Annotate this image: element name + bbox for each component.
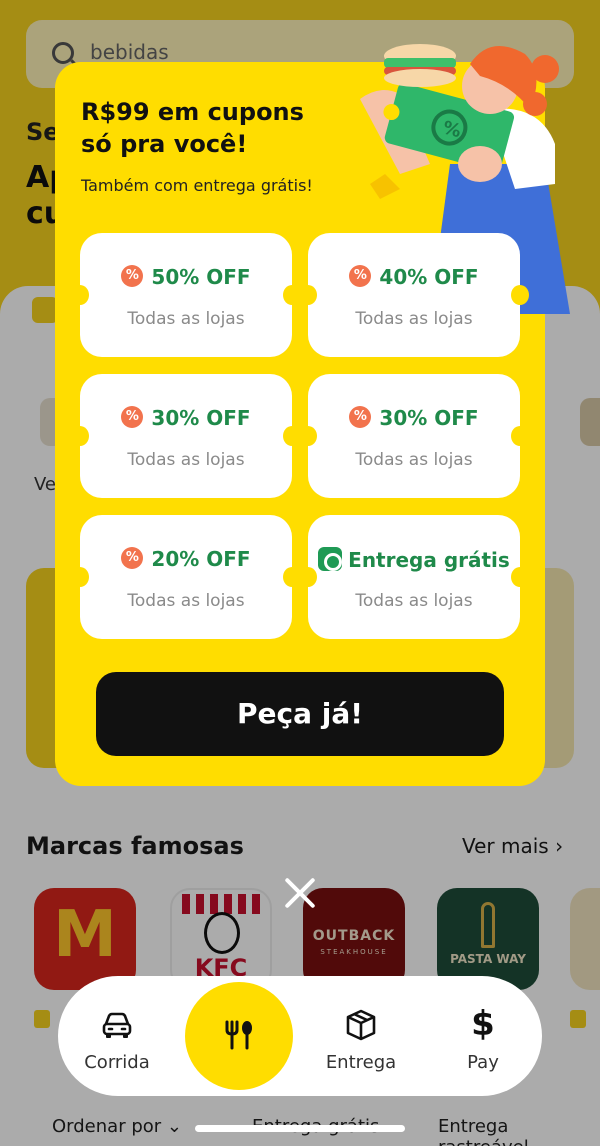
modal-subtitle: Também com entrega grátis! [81, 176, 313, 195]
nav-item-corrida[interactable]: Corrida [62, 976, 172, 1096]
nav-item-entrega[interactable]: Entrega [306, 976, 416, 1096]
fork-spoon-icon [225, 1020, 252, 1050]
nav-label: Pay [467, 1052, 499, 1073]
percent-badge-icon [121, 265, 144, 287]
close-icon[interactable] [281, 873, 319, 911]
coupon-card[interactable]: Entrega grátis Todas as lojas [299, 515, 529, 639]
percent-badge-icon [349, 406, 372, 428]
delivery-badge-icon [318, 547, 343, 571]
coupon-card[interactable]: 30% OFF Todas as lojas [299, 374, 529, 498]
coupon-scope: Todas as lojas [355, 309, 473, 329]
coupon-discount: 30% OFF [151, 406, 251, 430]
home-indicator[interactable] [195, 1125, 405, 1132]
coupon-discount: 30% OFF [379, 406, 479, 430]
coupon-card[interactable]: 20% OFF Todas as lojas [71, 515, 301, 639]
coupon-discount: 40% OFF [379, 265, 479, 289]
nav-label: Entrega [325, 1052, 397, 1073]
package-icon [346, 1009, 376, 1041]
coupon-discount: Entrega grátis [348, 548, 510, 572]
modal-title: R$99 em cupons só pra você! [81, 98, 304, 158]
coupon-scope: Todas as lojas [127, 309, 245, 329]
coupon-scope: Todas as lojas [355, 450, 473, 470]
nav-item-food[interactable] [185, 982, 293, 1090]
coupon-scope: Todas as lojas [355, 591, 473, 611]
nav-label: Corrida [84, 1052, 150, 1073]
bottom-nav: Corrida Entrega $ Pay [58, 976, 542, 1096]
nav-item-pay[interactable]: $ Pay [428, 976, 538, 1096]
car-icon [102, 1012, 132, 1038]
coupon-modal: R$99 em cupons só pra você! Também com e… [55, 44, 570, 786]
percent-badge-icon [121, 547, 144, 569]
coupon-discount: 50% OFF [151, 265, 251, 289]
order-now-button[interactable]: Peça já! [96, 672, 504, 756]
coupon-scope: Todas as lojas [127, 591, 245, 611]
dollar-icon: $ [471, 1004, 495, 1044]
percent-badge-icon [349, 265, 372, 287]
coupon-card[interactable]: 30% OFF Todas as lojas [71, 374, 301, 498]
coupon-discount: 20% OFF [151, 547, 251, 571]
coupon-scope: Todas as lojas [127, 450, 245, 470]
coupon-card[interactable]: 50% OFF Todas as lojas [71, 233, 301, 357]
percent-badge-icon [121, 406, 144, 428]
coupon-card[interactable]: 40% OFF Todas as lojas [299, 233, 529, 357]
